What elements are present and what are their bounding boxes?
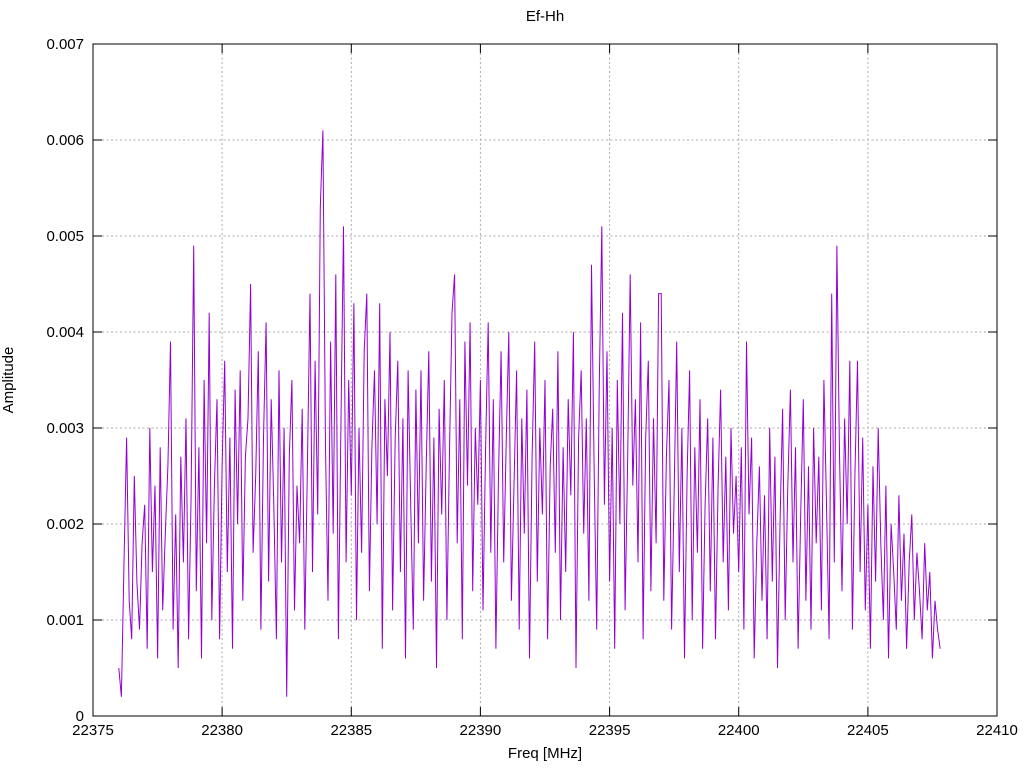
x-tick-label: 22410 [976, 722, 1018, 739]
x-axis-label: Freq [MHz] [508, 745, 582, 762]
y-tick-label: 0.001 [46, 612, 84, 629]
x-tick-label: 22405 [847, 722, 889, 739]
x-tick-label: 22395 [589, 722, 631, 739]
x-tick-label: 22390 [460, 722, 502, 739]
x-tick-label: 22385 [330, 722, 372, 739]
y-axis-label: Amplitude [0, 347, 17, 414]
x-tick-label: 22380 [201, 722, 243, 739]
data-layer [118, 130, 941, 697]
y-tick-label: 0.005 [46, 228, 84, 245]
spectrum-chart: 22375 22380 22385 22390 22395 22400 22405 22410… [0, 8, 1018, 762]
y-tick-label: 0.004 [46, 324, 84, 341]
chart-title: Ef-Hh [526, 8, 564, 25]
x-tick-label: 22400 [718, 722, 760, 739]
data-series-line [118, 130, 941, 697]
y-tick-label: 0 [76, 708, 84, 725]
y-tick-label: 0.006 [46, 132, 84, 149]
spectrum-chart-page: 22375 22380 22385 22390 22395 22400 22405 22410… [0, 0, 1024, 768]
y-tick-label: 0.003 [46, 420, 84, 437]
y-tick-label: 0.007 [46, 36, 84, 53]
y-tick-label: 0.002 [46, 516, 84, 533]
